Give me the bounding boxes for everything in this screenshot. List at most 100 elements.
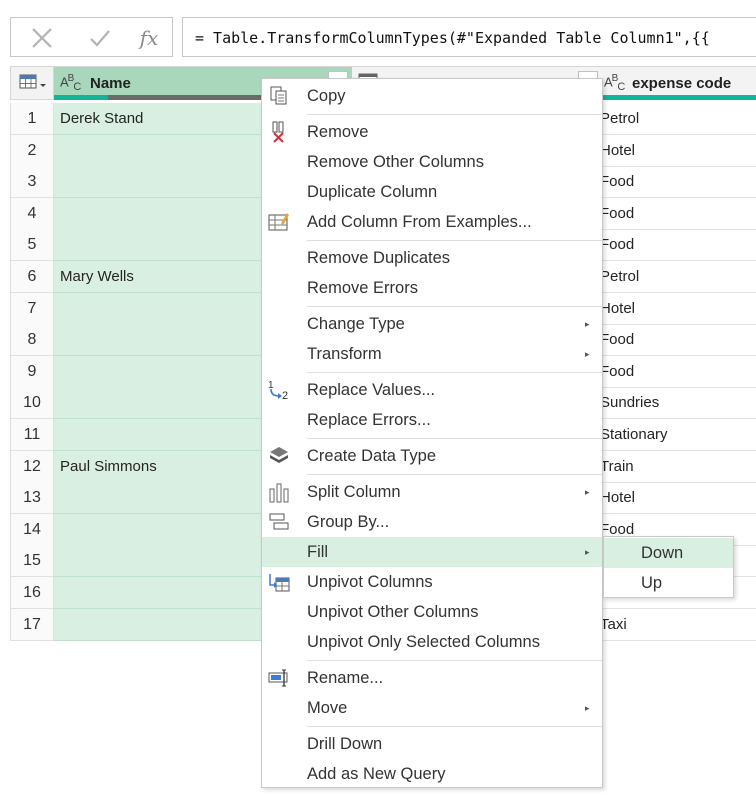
row-number[interactable]: 14 xyxy=(10,513,54,546)
submenu-item-label: Up xyxy=(641,574,663,592)
text-type-icon[interactable]: ABC xyxy=(604,73,625,93)
row-number[interactable]: 10 xyxy=(10,387,54,420)
row-number[interactable]: 7 xyxy=(10,292,54,325)
row-number[interactable]: 16 xyxy=(10,577,54,609)
cell-expense-code[interactable]: Petrol xyxy=(602,261,756,293)
row-number[interactable]: 9 xyxy=(10,355,54,388)
table-menu-button[interactable] xyxy=(10,66,54,100)
menu-item-copy[interactable]: Copy xyxy=(262,81,602,111)
cell-expense-code-text: Food xyxy=(602,204,635,222)
type-label-a: A xyxy=(604,74,613,90)
row-number[interactable]: 5 xyxy=(10,229,54,262)
menu-item-label: Remove xyxy=(307,123,369,141)
menu-item-create-data-type[interactable]: Create Data Type xyxy=(262,441,602,471)
menu-item-label: Fill xyxy=(307,543,329,561)
row-number[interactable]: 11 xyxy=(10,419,54,451)
menu-item-label: Replace Values... xyxy=(307,381,436,399)
cancel-formula-button[interactable] xyxy=(27,24,57,52)
formula-bar: fx = Table.TransformColumnTypes(#"Expand… xyxy=(10,17,756,59)
cell-expense-code[interactable]: Food xyxy=(602,324,756,357)
menu-separator xyxy=(307,438,602,439)
cell-expense-code[interactable]: Sundries xyxy=(602,387,756,420)
group-by-icon xyxy=(269,513,289,530)
row-number[interactable]: 2 xyxy=(10,134,54,167)
fx-button[interactable]: fx xyxy=(134,24,164,52)
split-column-icon xyxy=(269,483,289,503)
submenu-arrow-icon: ▸ xyxy=(585,319,590,329)
column-header-expense-code[interactable]: ABC expense code xyxy=(602,66,756,100)
text-type-icon[interactable]: ABC xyxy=(60,73,81,93)
menu-item-fill[interactable]: Fill ▸ xyxy=(262,537,602,567)
menu-item-change-type[interactable]: Change Type ▸ xyxy=(262,309,602,339)
formula-input[interactable]: = Table.TransformColumnTypes(#"Expanded … xyxy=(182,17,756,57)
cell-expense-code[interactable]: Petrol xyxy=(602,103,756,135)
row-number[interactable]: 17 xyxy=(10,608,54,641)
cell-expense-code[interactable]: Stationary xyxy=(602,419,756,451)
fill-up-item[interactable]: Up xyxy=(604,568,733,598)
menu-item-label: Split Column xyxy=(307,483,401,501)
replace-values-icon: 1 2 xyxy=(268,380,288,401)
cell-expense-code[interactable]: Food xyxy=(602,166,756,199)
row-number[interactable]: 6 xyxy=(10,261,54,293)
row-number[interactable]: 3 xyxy=(10,166,54,199)
menu-item-label: Create Data Type xyxy=(307,447,437,465)
cell-expense-code[interactable]: Food xyxy=(602,356,756,388)
menu-item-transform[interactable]: Transform ▸ xyxy=(262,339,602,369)
cell-expense-code[interactable]: Hotel xyxy=(602,482,756,515)
cell-expense-code[interactable]: Train xyxy=(602,451,756,483)
menu-separator xyxy=(307,372,602,373)
menu-item-unpivot-other-columns[interactable]: Unpivot Other Columns xyxy=(262,597,602,627)
cell-expense-code-text: Petrol xyxy=(602,110,640,127)
menu-item-split-column[interactable]: Split Column ▸ xyxy=(262,477,602,507)
cell-expense-code[interactable]: Hotel xyxy=(602,293,756,325)
cell-expense-code-text: Hotel xyxy=(602,299,636,317)
menu-item-drill-down[interactable]: Drill Down xyxy=(262,729,602,759)
cell-expense-code-text: Food xyxy=(602,362,635,380)
menu-item-label: Remove Errors xyxy=(307,279,418,297)
menu-item-unpivot-only-selected-columns[interactable]: Unpivot Only Selected Columns xyxy=(262,627,602,657)
menu-separator xyxy=(307,726,602,727)
fill-down-item[interactable]: Down xyxy=(604,538,733,568)
menu-item-remove-errors[interactable]: Remove Errors xyxy=(262,273,602,303)
menu-item-label: Unpivot Columns xyxy=(307,573,433,591)
menu-item-remove[interactable]: Remove xyxy=(262,117,602,147)
quality-valid-segment xyxy=(54,95,108,100)
menu-item-label: Add Column From Examples... xyxy=(307,213,532,231)
x-icon xyxy=(32,28,52,48)
cell-expense-code-text: Train xyxy=(602,457,634,475)
row-number[interactable]: 12 xyxy=(10,450,54,483)
menu-separator xyxy=(307,240,602,241)
cell-expense-code-text: Petrol xyxy=(602,268,640,285)
type-label-a: A xyxy=(60,74,69,90)
menu-separator xyxy=(307,474,602,475)
cell-expense-code[interactable]: Food xyxy=(602,198,756,230)
menu-item-rename[interactable]: Rename... xyxy=(262,663,602,693)
cell-expense-code-text: Food xyxy=(602,236,635,254)
menu-item-move[interactable]: Move ▸ xyxy=(262,693,602,723)
menu-item-replace-values[interactable]: 1 2 Replace Values... xyxy=(262,375,602,405)
row-number[interactable]: 13 xyxy=(10,482,54,515)
confirm-formula-button[interactable] xyxy=(85,24,115,52)
menu-item-duplicate-column[interactable]: Duplicate Column xyxy=(262,177,602,207)
menu-separator xyxy=(307,306,602,307)
row-number[interactable]: 4 xyxy=(10,197,54,230)
cell-expense-code-text: Food xyxy=(602,331,635,349)
table-icon xyxy=(19,74,46,89)
menu-item-remove-other-columns[interactable]: Remove Other Columns xyxy=(262,147,602,177)
cell-expense-code[interactable]: Taxi xyxy=(602,609,756,641)
rename-icon xyxy=(268,669,288,687)
menu-item-add-as-new-query[interactable]: Add as New Query xyxy=(262,759,602,789)
cell-expense-code[interactable]: Hotel xyxy=(602,135,756,167)
menu-item-unpivot-columns[interactable]: Unpivot Columns xyxy=(262,567,602,597)
submenu-item-label: Down xyxy=(641,544,684,562)
row-number[interactable]: 15 xyxy=(10,545,54,578)
cell-expense-code-text: Stationary xyxy=(602,426,668,443)
menu-item-remove-duplicates[interactable]: Remove Duplicates xyxy=(262,243,602,273)
menu-item-add-column-from-examples[interactable]: Add Column From Examples... xyxy=(262,207,602,237)
menu-item-replace-errors[interactable]: Replace Errors... xyxy=(262,405,602,435)
cell-expense-code-text: Sundries xyxy=(602,394,660,412)
row-number[interactable]: 1 xyxy=(10,103,54,135)
cell-expense-code[interactable]: Food xyxy=(602,229,756,262)
menu-item-group-by[interactable]: Group By... xyxy=(262,507,602,537)
row-number[interactable]: 8 xyxy=(10,324,54,357)
